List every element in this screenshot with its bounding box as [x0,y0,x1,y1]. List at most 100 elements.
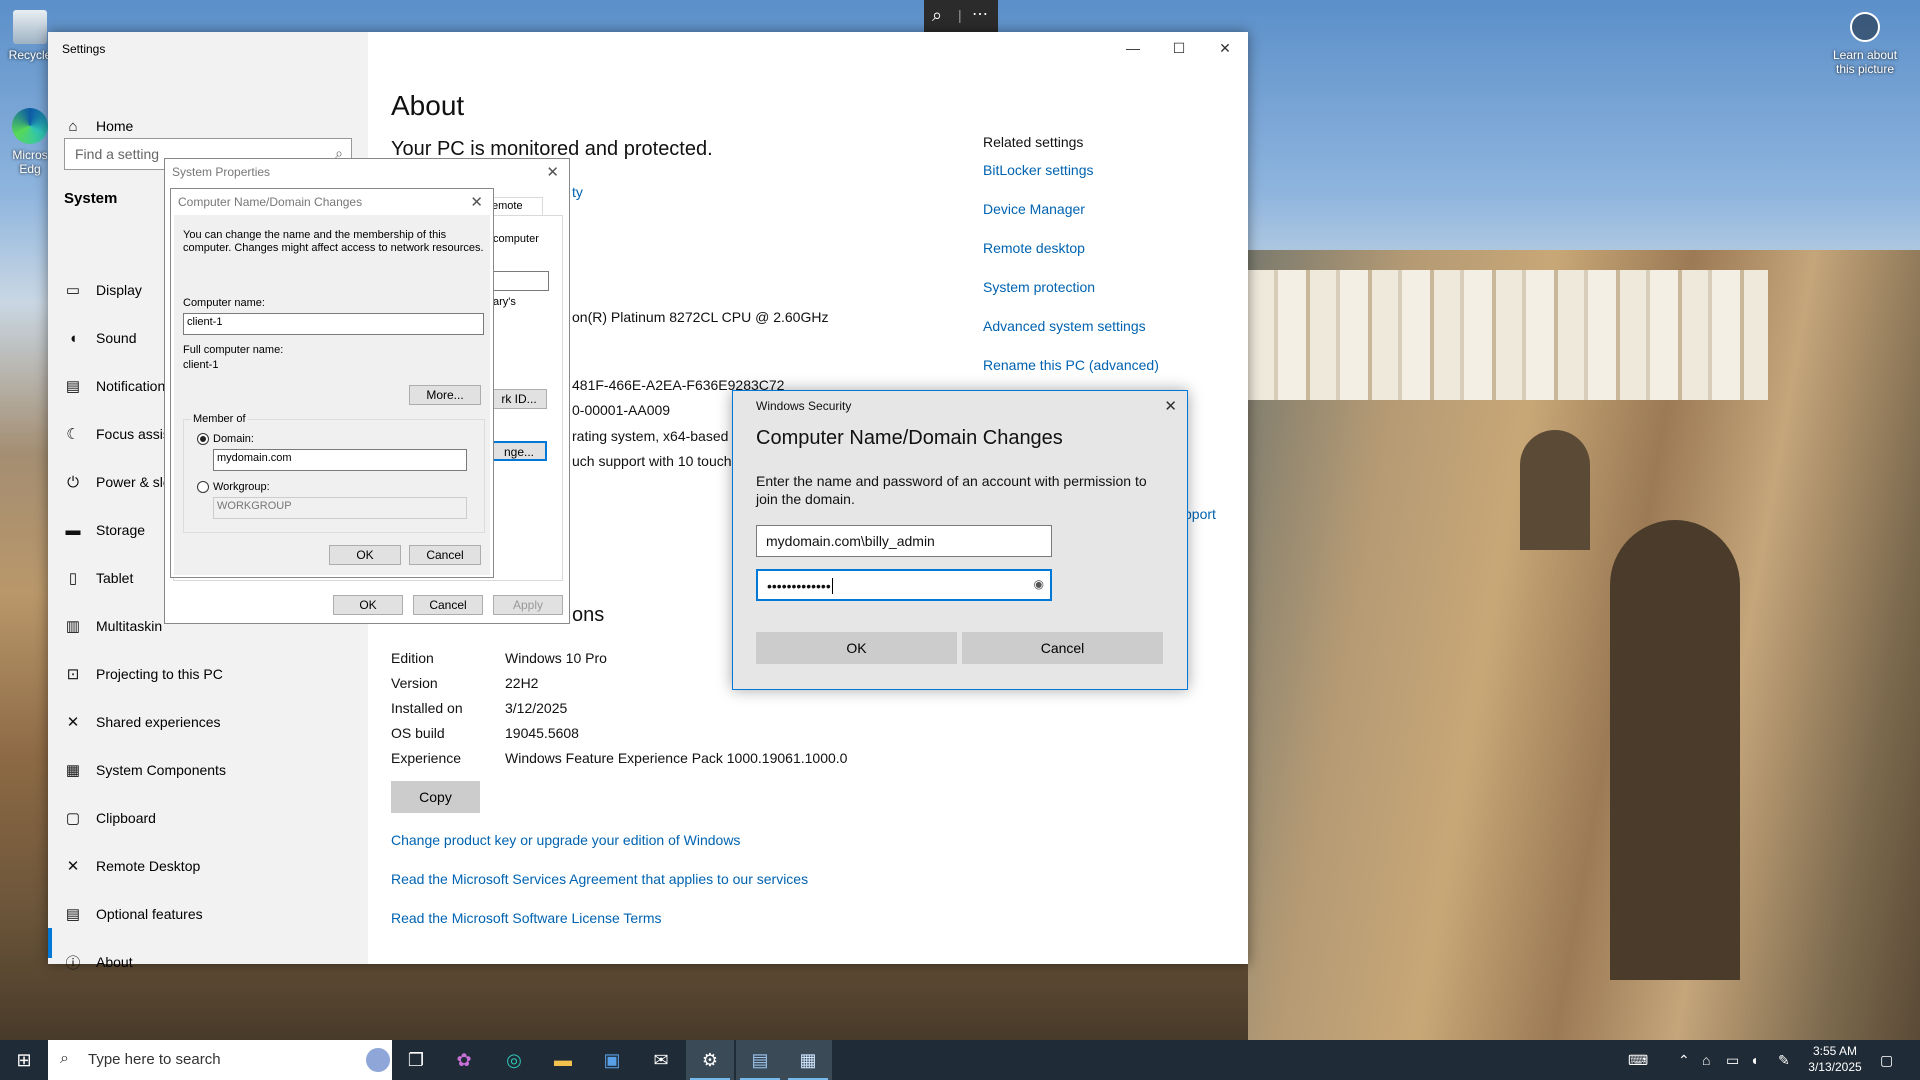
support-link[interactable]: pport [1184,506,1216,522]
security-link[interactable]: ty [572,184,583,200]
sidebar-item-label: Notification [96,378,166,394]
remote-desktop-icon: ✕ [66,858,80,875]
volume-icon[interactable]: ◖ [1750,1040,1758,1080]
sidebar-item-label: Clipboard [96,810,156,826]
windows-specs-heading: ons [572,604,605,626]
windows-logo-icon: ⊞ [16,1050,32,1070]
name-changes-title: Computer Name/Domain Changes [178,195,363,209]
related-link-rename-this-pc-advanced[interactable]: Rename this PC (advanced) [983,357,1159,373]
windows-security-ok-button[interactable]: OK [756,632,957,664]
settings-taskbar-icon[interactable]: ⚙ [686,1040,734,1080]
windows-security-close-icon[interactable]: ✕ [1164,397,1177,415]
password-input[interactable]: ••••••••••••• ◉ [756,569,1052,601]
sidebar-item-shared-experiences[interactable]: ✕ Shared experiences [62,702,352,742]
related-link-bitlocker-settings[interactable]: BitLocker settings [983,162,1094,178]
processor-value: on(R) Platinum 8272CL CPU @ 2.60GHz [572,309,829,325]
system-type-value: rating system, x64-based p [572,428,741,444]
keyboard-layout-icon[interactable]: ⌨ [1628,1040,1648,1080]
pen-icon[interactable]: ✎ [1778,1040,1790,1080]
mail-icon[interactable]: ✉ [637,1040,685,1080]
system-properties-taskbar-icon[interactable]: ▤ [736,1040,784,1080]
workgroup-radio[interactable] [197,481,209,493]
license-terms-link[interactable]: Read the Microsoft Software License Term… [391,910,662,926]
related-link-device-manager[interactable]: Device Manager [983,201,1085,217]
copy-button[interactable]: Copy [391,781,480,813]
system-properties-cancel-button[interactable]: Cancel [413,595,483,615]
sidebar-item-clipboard[interactable]: ▢ Clipboard [62,798,352,838]
tab-remote[interactable]: emote [487,197,543,215]
notifications-icon: ▤ [65,378,81,395]
search-highlight-icon [366,1048,390,1072]
sidebar-item-label: Optional features [96,906,203,922]
edge-shortcut[interactable]: Micros Edg [6,108,54,176]
magnifier-icon[interactable]: ⌕ [932,5,942,26]
sidebar-item-about[interactable]: ⓘ About [62,942,352,982]
storage-icon: ▬ [65,521,81,539]
name-changes-close-icon[interactable]: ✕ [470,193,483,211]
search-placeholder: Find a setting [75,146,160,162]
username-input[interactable]: mydomain.com\billy_admin [756,525,1052,557]
full-name-label: Full computer name: [183,344,284,356]
system-properties-ok-button[interactable]: OK [333,595,403,615]
name-changes-dialog: Computer Name/Domain Changes ✕ You can c… [170,188,494,578]
reveal-password-icon[interactable]: ◉ [1034,577,1044,591]
name-changes-ok-button[interactable]: OK [329,545,401,565]
related-link-advanced-system-settings[interactable]: Advanced system settings [983,318,1146,334]
domain-radio[interactable] [197,433,209,445]
copilot-icon[interactable]: ✿ [440,1040,488,1080]
clock[interactable]: 3:55 AM 3/13/2025 [1800,1043,1870,1075]
workgroup-input[interactable]: WORKGROUP [213,497,467,519]
edge-label-2: Edg [19,162,41,176]
related-link-remote-desktop[interactable]: Remote desktop [983,240,1085,256]
more-button[interactable]: More... [409,385,481,405]
windows-security-message-2: join the domain. [756,491,855,507]
sidebar-item-optional-features[interactable]: ▤ Optional features [62,894,352,934]
spec-label: Experience [391,750,462,766]
network-icon[interactable]: ▭ [1726,1040,1739,1080]
sidebar-item-system-components[interactable]: ▦ System Components [62,750,352,790]
password-mask: ••••••••••••• [767,578,831,594]
sidebar-item-remote-desktop[interactable]: ✕ Remote Desktop [62,846,352,886]
recycle-bin-label: Recycle [8,48,52,62]
domain-input[interactable]: mydomain.com [213,449,467,471]
store-icon[interactable]: ▣ [588,1040,636,1080]
computer-name-input[interactable]: client-1 [183,313,484,335]
minimize-button[interactable]: — [1110,32,1156,64]
learn-about-line1: Learn about [1832,48,1898,62]
maximize-button[interactable]: ☐ [1156,32,1202,64]
device-icon[interactable]: ⌂ [1702,1040,1710,1080]
sidebar-item-label: Display [96,282,142,298]
start-button[interactable]: ⊞ [0,1040,48,1080]
file-explorer-icon[interactable]: ▬ [539,1040,587,1080]
name-changes-cancel-button[interactable]: Cancel [409,545,481,565]
section-title: System [64,190,118,207]
task-view-icon[interactable]: ❐ [392,1040,440,1080]
system-properties-apply-button[interactable]: Apply [493,595,563,615]
network-id-button[interactable]: rk ID... [491,389,547,409]
change-product-key-link[interactable]: Change product key or upgrade your editi… [391,832,740,848]
windows-security-taskbar-icon[interactable]: ▦ [784,1040,832,1080]
edge-taskbar-icon[interactable]: ◎ [490,1040,538,1080]
shared-experiences-icon: ✕ [66,714,80,731]
notifications-icon[interactable]: ▢ [1880,1040,1893,1080]
windows-security-cancel-button[interactable]: Cancel [962,632,1163,664]
change-button[interactable]: nge... [491,441,547,461]
computer-description-input[interactable] [493,271,549,291]
close-button[interactable]: ✕ [1202,32,1248,64]
spec-value: 3/12/2025 [505,700,568,716]
taskbar-search-box[interactable]: ⌕ Type here to search [48,1040,392,1080]
show-hidden-icons-icon[interactable]: ⌃ [1678,1040,1690,1080]
learn-about-picture[interactable]: Learn about this picture [1820,10,1910,76]
system-properties-close-icon[interactable]: ✕ [546,163,559,181]
sidebar-item-projecting-to-this-pc[interactable]: ⊡ Projecting to this PC [62,654,352,694]
services-agreement-link[interactable]: Read the Microsoft Services Agreement th… [391,871,808,887]
more-icon[interactable]: ⋯ [972,4,988,24]
clock-time: 3:55 AM [1812,1044,1858,1058]
member-of-label: Member of [191,413,248,425]
related-settings-title: Related settings [983,134,1084,150]
related-link-system-protection[interactable]: System protection [983,279,1095,295]
recycle-bin-shortcut[interactable]: Recycle [6,10,54,62]
taskbar: ⊞ ⌕ Type here to search ❐ ✿ ◎ ▬ ▣ ✉ ⚙ ▤ … [0,1040,1920,1080]
taskbar-search-placeholder: Type here to search [88,1051,221,1068]
display-icon: ▭ [65,282,81,299]
